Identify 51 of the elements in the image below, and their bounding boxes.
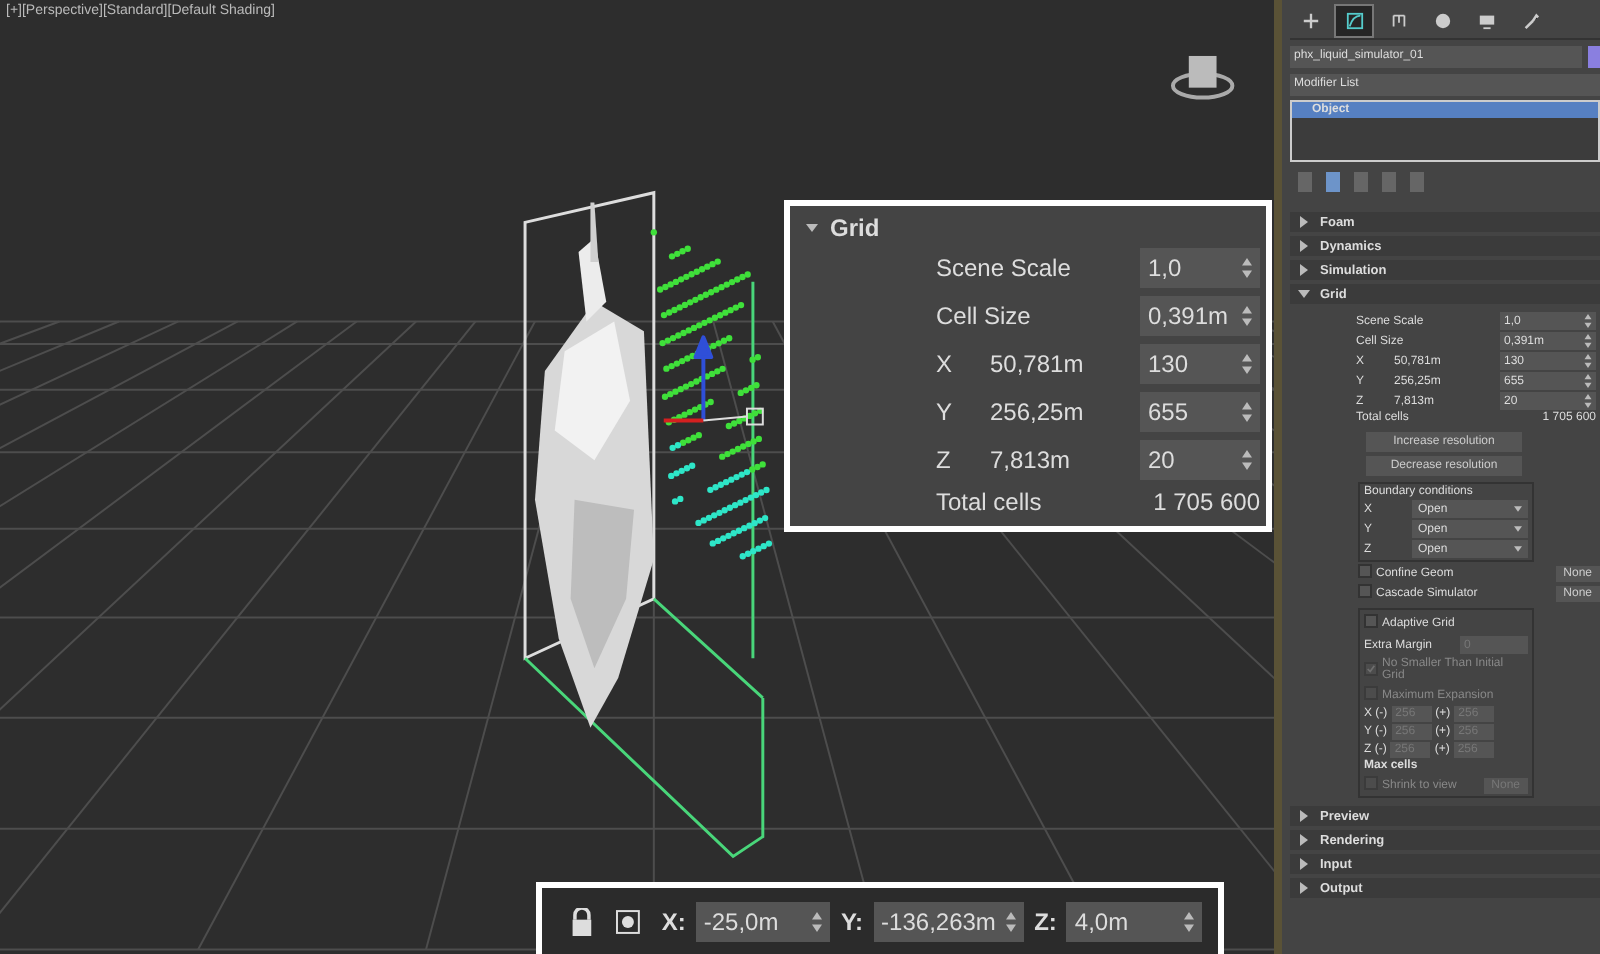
dropdown-caret-icon	[1514, 506, 1522, 512]
command-panel-tab[interactable]	[1334, 4, 1374, 38]
rollout-title: Grid	[830, 214, 880, 242]
spinner-arrows-icon	[1006, 911, 1017, 931]
monitor-icon	[1477, 12, 1495, 30]
hierarchy-icon	[1389, 12, 1407, 30]
parameter-label: Cell Size	[936, 302, 1033, 330]
number-field[interactable]: -25,0m	[695, 901, 831, 941]
axis-label: X:	[661, 907, 686, 935]
number-field[interactable]: 20	[1140, 440, 1260, 480]
spinner-arrows-icon	[1242, 306, 1252, 326]
plus-icon	[1301, 12, 1319, 30]
total-cells-value: 1 705 600	[1151, 488, 1260, 516]
spinner-arrows-icon	[1242, 354, 1252, 374]
axis-label: Y:	[840, 907, 864, 935]
viewcube-drawing	[1170, 55, 1235, 100]
circle-icon	[1433, 12, 1451, 30]
dropdown-caret-icon	[1514, 526, 1522, 532]
lock-icon[interactable]	[570, 907, 594, 935]
dropdown-caret-icon	[1514, 546, 1522, 552]
spinner-arrows-icon	[1584, 394, 1592, 408]
grid-size-value: 50,781m	[990, 350, 1086, 378]
object-color-swatch[interactable]	[1588, 46, 1600, 68]
spinner-arrows-icon	[1242, 450, 1252, 470]
number-field[interactable]: 0,391m	[1140, 296, 1260, 336]
spinner-arrows-icon	[1584, 354, 1592, 368]
spinner-arrows-icon	[1584, 334, 1592, 348]
spinner-arrows-icon	[1584, 374, 1592, 388]
number-field[interactable]: 130	[1140, 344, 1260, 384]
axis-label: Z:	[1034, 907, 1057, 935]
transform-mode-icon[interactable]	[615, 907, 640, 935]
spinner-arrows-icon	[1584, 314, 1592, 328]
number-field[interactable]: 1,0	[1140, 248, 1260, 288]
spinner-arrows-icon	[1184, 911, 1194, 931]
number-field[interactable]: 655	[1140, 392, 1260, 432]
spinner-arrows-icon	[1242, 258, 1252, 278]
axis-label: Y	[936, 398, 955, 426]
total-cells-label: Total cells	[936, 488, 1044, 516]
checkbox[interactable]	[1358, 584, 1372, 598]
spinner-arrows-icon	[1242, 402, 1252, 422]
number-field[interactable]: -136,263m	[873, 901, 1025, 941]
grid-size-value: 7,813m	[990, 446, 1073, 474]
curve-icon	[1345, 12, 1363, 30]
checkbox[interactable]	[1358, 564, 1372, 578]
wrench-icon	[1521, 12, 1539, 30]
number-field[interactable]: 4,0m	[1066, 901, 1202, 941]
axis-label: Z	[936, 446, 953, 474]
parameter-label: Scene Scale	[936, 254, 1073, 282]
spinner-arrows-icon	[812, 911, 823, 931]
axis-label: X	[936, 350, 955, 378]
grid-size-value: 256,25m	[990, 398, 1086, 426]
